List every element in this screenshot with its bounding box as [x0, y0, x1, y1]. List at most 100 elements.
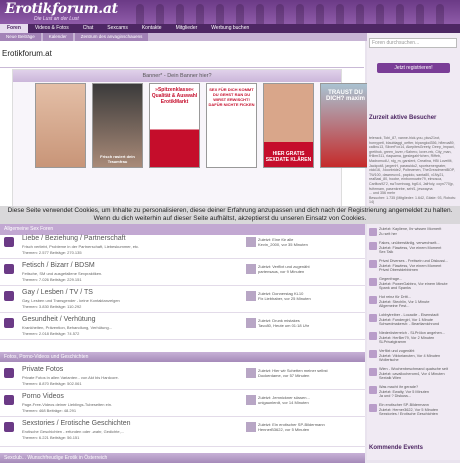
ad-banner-6[interactable]: TRAUST DU DICH? maxim: [320, 83, 371, 168]
avatar[interactable]: [246, 264, 256, 274]
ad-banner-1[interactable]: [35, 83, 86, 168]
nav-videos-photos[interactable]: Videos & Fotos: [28, 24, 76, 33]
recent-post-title[interactable]: Niederösterreich - SLPrölon angehen...: [379, 331, 445, 335]
recent-post[interactable]: Privat Diverses - Freitsein und Diskussi…: [369, 259, 457, 272]
subnav-new-posts[interactable]: Neue Beiträge: [0, 33, 41, 41]
avatar[interactable]: [369, 278, 377, 286]
recent-post-forum[interactable]: SLPrivatgiramm: [379, 340, 406, 344]
forum-last-post[interactable]: Zuletzt: Drunk mistakes Tavo80, Heute um …: [258, 318, 358, 328]
subnav-calendar[interactable]: Kalender: [42, 33, 73, 41]
gender-icon: [4, 291, 14, 301]
recent-post-title[interactable]: Hot reinz für Dritt...: [379, 295, 411, 299]
recent-post-forum[interactable]: Sextalk Wien: [379, 376, 401, 380]
avatar[interactable]: [369, 228, 377, 236]
recent-post-forum[interactable]: Sex Talk: [379, 250, 393, 254]
avatar[interactable]: [369, 260, 377, 268]
forum-last-post[interactable]: Zuletzt: Jemnickner süssen... unigaunlerd…: [258, 395, 358, 405]
avatar[interactable]: [246, 368, 256, 378]
forum-row[interactable]: Fetisch / Bizarr / BDSM Fetische, SM und…: [0, 259, 365, 286]
nav-sexcams[interactable]: Sexcams: [100, 24, 135, 33]
forum-title[interactable]: Gay / Lesben / TV / TS: [22, 289, 93, 296]
ad-banner-5[interactable]: HIER GRATIS SEXDATE KLÄREN: [263, 83, 314, 168]
avatar[interactable]: [246, 318, 256, 328]
avatar[interactable]: [246, 237, 256, 247]
category-header-photos[interactable]: Fotos, Porno-Videos und Geschichten: [0, 352, 365, 362]
ad-banner-2[interactable]: Frisch rasiert dein Traumfrau: [92, 83, 143, 168]
recent-post-title[interactable]: Zuletzt: Kayliene, Ihr wissen Mornerit: [379, 227, 441, 231]
nav-contacts[interactable]: Kontakte: [135, 24, 169, 33]
recent-post[interactable]: Fakes, unüberstänlig, verwechselt... Zule…: [369, 241, 457, 254]
forum-last-post[interactable]: Zuletzt: Eine für alle Kevin_2000, vor 35…: [258, 237, 358, 247]
nav-members[interactable]: Mitglieder: [169, 24, 205, 33]
recent-post-forum[interactable]: Schwedmakersh: - Beartlamichrund: [379, 322, 439, 326]
site-logo[interactable]: Erotikforum.at: [5, 1, 118, 17]
avatar[interactable]: [369, 404, 377, 412]
forum-row[interactable]: Private Fotos Private Fotos in allen Var…: [0, 363, 365, 390]
nav-chat[interactable]: Chat: [76, 24, 101, 33]
recent-post-forum[interactable]: Wollerische: [379, 358, 399, 362]
forum-row[interactable]: Porno Videos Page-Free-Videos deiner Lie…: [0, 390, 365, 417]
last-post-meta: unigaunlerdt, vor 14 Minuten: [258, 400, 309, 405]
recent-post-title[interactable]: Lobbytreiber - Locacile - Eisenstadt: [379, 313, 439, 317]
avatar[interactable]: [369, 296, 377, 304]
ad-caption: TRAUST DU DICH? maxim: [325, 90, 365, 102]
register-button[interactable]: Jetzt registrieren!: [377, 63, 450, 73]
recent-post-title[interactable]: Privat Diverses - Freitsein und Diskussi…: [379, 259, 448, 263]
avatar[interactable]: [246, 291, 256, 301]
last-post-meta: Kevin_2000, vor 35 Minuten: [258, 242, 308, 247]
visitors-more-link[interactable]: ... und 356 mehr: [369, 191, 395, 195]
forum-stats: Themen: 2.577 Beiträge: 270.135: [22, 250, 82, 255]
recent-post[interactable]: Wien - Wochenbeschmand quatsche seit Zule…: [369, 367, 457, 380]
subnav-center[interactable]: Zentrum des anvaginschauens: [74, 33, 149, 41]
visitor-names[interactable]: telerack, Tobi_87, vanne-hick-you, plus2…: [369, 136, 455, 191]
forum-last-post[interactable]: Zuletzt: Ein erotischer SP-Bildermann Hen…: [258, 422, 358, 432]
nav-forums[interactable]: Foren: [0, 24, 28, 33]
avatar[interactable]: [369, 332, 377, 340]
recent-post[interactable]: Lobbytreiber - Locacile - Eisenstadt Zule…: [369, 313, 457, 326]
recent-post-forum[interactable]: Ja und ? Diskuss...: [379, 394, 411, 398]
recent-post[interactable]: Niederösterreich - SLPrölon angehen... Zu…: [369, 331, 457, 344]
forum-title[interactable]: Fetisch / Bizarr / BDSM: [22, 262, 95, 269]
forum-title[interactable]: Porno Videos: [22, 393, 64, 400]
recent-post[interactable]: Ein erotischer SP-Bildermann Zuletzt: Her…: [369, 403, 457, 416]
forum-title[interactable]: Liebe / Beziehung / Partnerschaft: [22, 235, 126, 242]
forum-title[interactable]: Sexstories / Erotische Geschichten: [22, 420, 131, 427]
forum-title[interactable]: Gesundheit / Verhütung: [22, 316, 96, 323]
recent-post[interactable]: Verflixt und zugenäht Zuletzt: Viktorianu…: [369, 349, 457, 362]
forum-last-post[interactable]: Zuletzt: Verflixt und zugenäht partensaus…: [258, 264, 358, 274]
recent-post-forum[interactable]: Allgemeine Fest...: [379, 304, 409, 308]
recent-post-title[interactable]: Fakes, unüberstänlig, verwechselt...: [379, 241, 440, 245]
avatar[interactable]: [246, 422, 256, 432]
ad-banner-4[interactable]: SEX FÜR DICH KOMMT DU GEHST RAN DU WIRST…: [206, 83, 257, 168]
recent-post-title[interactable]: Wien - Wochenbeschmand quatsche seit: [379, 367, 448, 371]
avatar[interactable]: [369, 386, 377, 394]
recent-post-forum[interactable]: Privat Oberstdebbirnen: [379, 268, 418, 272]
recent-post-title[interactable]: Ein erotischer SP-Bildermann: [379, 403, 429, 407]
forum-last-post[interactable]: Zuletzt: Hier wir Schetten meiner selbst…: [258, 368, 358, 378]
forum-row[interactable]: Gay / Lesben / TV / TS Gay, Lesben und T…: [0, 286, 365, 313]
forum-last-post[interactable]: Zuletzt: Donnerstag KL10 Fix Liebhaber, v…: [258, 291, 358, 301]
cookie-notice[interactable]: Diese Seite verwendet Cookies, um Inhalt…: [0, 206, 460, 224]
forum-title[interactable]: Private Fotos: [22, 366, 63, 373]
recent-post[interactable]: Gegenfrage... Zuletzt: PowerGabbro, Vor e…: [369, 277, 457, 290]
recent-post-forum[interactable]: Spank and Spanks: [379, 286, 411, 290]
recent-post[interactable]: Was macht ihr gerade? Zuletzt: Ewalty, Vo…: [369, 385, 457, 398]
category-header-clubs[interactable]: Sexclub... Wunschfreudige Erotik in Öste…: [0, 453, 365, 463]
avatar[interactable]: [369, 368, 377, 376]
recent-post-forum[interactable]: Sexstories / Erotische Geschichten: [379, 412, 438, 416]
avatar[interactable]: [369, 314, 377, 322]
recent-post[interactable]: Zuletzt: Kayliene, Ihr wissen Mornerit Zu…: [369, 227, 457, 239]
avatar[interactable]: [369, 350, 377, 358]
avatar[interactable]: [369, 242, 377, 250]
forum-row[interactable]: Sexstories / Erotische Geschichten Eroti…: [0, 417, 365, 447]
recent-post-title[interactable]: Gegenfrage...: [379, 277, 402, 281]
forum-row[interactable]: Gesundheit / Verhütung Krankheiten, Präv…: [0, 313, 365, 340]
ad-banner-3[interactable]: »Spitzenklasse« Qualität & Auswahl Eroti…: [149, 83, 200, 168]
forum-row[interactable]: Liebe / Beziehung / Partnerschaft Frisch…: [0, 232, 365, 259]
recent-post[interactable]: Hot reinz für Dritt... Zuletzt: Stechlin,…: [369, 295, 457, 308]
search-input[interactable]: Foren durchsuchen...: [369, 38, 457, 48]
recent-post-title[interactable]: Was macht ihr gerade?: [379, 385, 418, 389]
avatar[interactable]: [246, 395, 256, 405]
nav-advertising[interactable]: Werbung buchen: [204, 24, 256, 33]
recent-post-title[interactable]: Verflixt und zugenäht: [379, 349, 414, 353]
